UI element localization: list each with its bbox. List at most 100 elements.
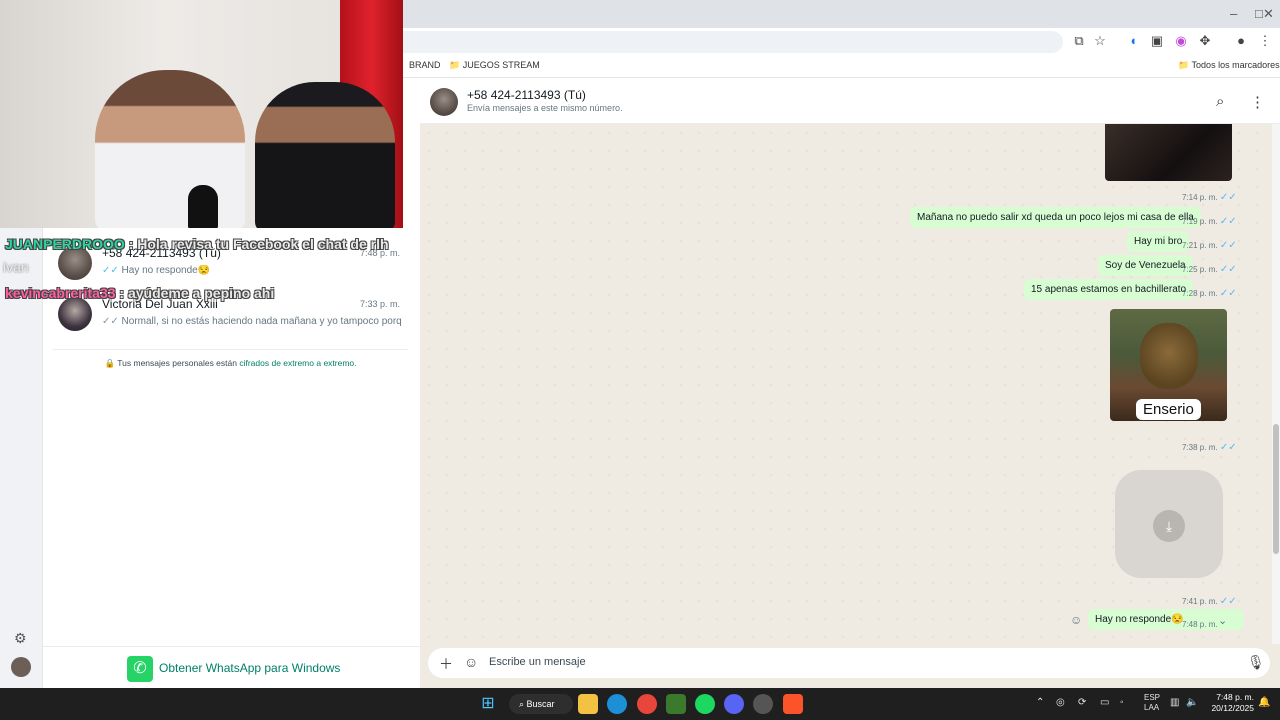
obs-icon[interactable]: [753, 694, 773, 714]
message-text: 15 apenas estamos en bachillerato: [1031, 284, 1187, 295]
tray-chevron-up-icon[interactable]: ⌃: [1036, 697, 1044, 708]
message-bubble[interactable]: Soy de Venezuela: [1098, 255, 1193, 276]
encryption-text: Tus mensajes personales están: [117, 358, 240, 368]
profile-avatar-left[interactable]: [11, 657, 31, 677]
tray-language[interactable]: ESP LAA: [1144, 693, 1160, 713]
message-image[interactable]: [1105, 124, 1232, 181]
chrome-icon[interactable]: [637, 694, 657, 714]
chat-item-preview: ✓✓ Hay no responde😒: [102, 265, 402, 276]
spotify-icon[interactable]: [695, 694, 715, 714]
bookmark-folder-juegos[interactable]: 📁 JUEGOS STREAM: [449, 60, 540, 71]
chat-item-preview: ✓✓ Normall, si no estás haciendo nada ma…: [102, 316, 402, 327]
message-time: 7:14 p. m. ✓✓: [1182, 192, 1237, 203]
settings-gear-icon[interactable]: ⚙: [14, 630, 27, 647]
webcam-overlay: [0, 0, 403, 228]
webcam-person-left: [95, 70, 245, 228]
message-time: 7:25 p. m. ✓✓: [1182, 264, 1237, 275]
bookmark-star-icon[interactable]: ☆: [1091, 32, 1109, 50]
encryption-link[interactable]: cifrados de extremo a extremo.: [239, 358, 356, 368]
get-whatsapp-banner[interactable]: ✆ Obtener WhatsApp para Windows: [43, 646, 420, 688]
chat-item-time: 7:33 p. m.: [359, 299, 400, 309]
message-bubble[interactable]: Mañana no puedo salir xd queda un poco l…: [910, 207, 1201, 228]
bookmark-brand[interactable]: BRAND: [409, 60, 441, 70]
conversation-subtitle: Envía mensajes a este mismo número.: [467, 103, 623, 113]
message-time: 7:21 p. m. ✓✓: [1182, 240, 1237, 251]
message-bubble[interactable]: Hay mi bro: [1127, 231, 1190, 252]
extension-pink-icon[interactable]: ◉: [1172, 32, 1190, 50]
message-time: 7:28 p. m. ✓✓: [1182, 288, 1237, 299]
edge-icon[interactable]: [607, 694, 627, 714]
tray-mic-icon[interactable]: ◦: [1120, 697, 1124, 708]
conversation-header[interactable]: +58 424-2113493 (Tú) Envía mensajes a es…: [420, 80, 1280, 124]
webcam-person-right: [255, 82, 395, 228]
maximize-icon[interactable]: □: [1255, 6, 1263, 21]
tray-network-icon[interactable]: ▥: [1170, 697, 1179, 708]
message-bubble[interactable]: 15 apenas estamos en bachillerato: [1024, 279, 1194, 300]
bookmarks-bar: BRAND 📁 JUEGOS STREAM 📁 Todos los marcad…: [403, 56, 1280, 78]
notification-bell-icon[interactable]: 🔔: [1258, 697, 1270, 708]
message-composer: ＋ ☺ Escribe un mensaje 🎙: [420, 644, 1280, 688]
file-explorer-icon[interactable]: [578, 694, 598, 714]
message-input[interactable]: Escribe un mensaje: [489, 656, 586, 668]
double-check-icon: ✓✓: [1219, 192, 1237, 203]
taskbar: ⊞ ⌕ Buscar ⌃ ◎ ⟳ ▭ ◦ ESP LAA ▥ 🔈 7:48 p. …: [0, 688, 1280, 720]
conversation-scrollbar[interactable]: [1272, 124, 1280, 644]
message-text: Mañana no puedo salir xd queda un poco l…: [917, 212, 1194, 223]
conversation-body: 7:14 p. m. ✓✓ Mañana no puedo salir xd q…: [420, 124, 1272, 644]
taskbar-search-label: Buscar: [526, 699, 555, 709]
download-icon[interactable]: ⤓: [1153, 510, 1185, 542]
stream-chat-message: : Hola revisa tu Facebook el chat de rlh: [128, 236, 389, 252]
stream-chat-user: kevincabrerita33: [5, 285, 116, 301]
minimize-icon[interactable]: –: [1230, 6, 1237, 21]
install-app-icon[interactable]: ⧉: [1070, 32, 1088, 50]
message-media[interactable]: ⤓: [1115, 470, 1223, 578]
message-time: 7:48 p. m.: [1182, 620, 1218, 629]
tray-sync-icon[interactable]: ⟳: [1078, 697, 1086, 708]
stream-chat-line: ivan: [3, 259, 29, 275]
encryption-notice: 🔒 Tus mensajes personales están cifrados…: [53, 349, 408, 369]
double-check-icon: ✓✓: [102, 316, 119, 327]
chat-item-preview-text: Normall, si no estás haciendo nada mañan…: [121, 316, 402, 327]
message-text: Hay mi bro: [1134, 236, 1183, 247]
address-bar-field[interactable]: [403, 31, 1063, 53]
attach-plus-icon[interactable]: ＋: [439, 654, 453, 674]
browser-titlebar: – □ ✕: [403, 0, 1280, 28]
browser-menu-icon[interactable]: ⋮: [1256, 32, 1274, 50]
windows-start-icon[interactable]: ⊞: [478, 694, 498, 714]
message-time: 7:41 p. m. ✓✓: [1182, 596, 1237, 607]
profile-avatar[interactable]: ●: [1232, 32, 1250, 50]
bookmark-all-label: Todos los marcadores: [1191, 60, 1280, 70]
stream-chat-line: JUANPERDROOO : Hola revisa tu Facebook e…: [5, 236, 389, 252]
chevron-down-icon[interactable]: ⌄: [1218, 614, 1227, 627]
taskbar-search[interactable]: ⌕ Buscar: [509, 694, 573, 714]
discord-icon[interactable]: [724, 694, 744, 714]
message-time: 7:19 p. m. ✓✓: [1182, 216, 1237, 227]
tray-app-icon[interactable]: ◎: [1056, 697, 1065, 708]
stream-chat-user: JUANPERDROOO: [5, 236, 125, 252]
avatar[interactable]: [430, 88, 458, 116]
taskbar-clock[interactable]: 7:48 p. m. 20/12/2025: [1206, 692, 1254, 714]
search-icon[interactable]: ⌕: [1216, 93, 1224, 110]
lock-icon: 🔒: [104, 358, 116, 368]
clock-time: 7:48 p. m.: [1216, 692, 1254, 702]
tray-battery-icon[interactable]: ▭: [1100, 697, 1109, 708]
extensions-puzzle-icon[interactable]: ✥: [1196, 32, 1214, 50]
bookmark-folder-all[interactable]: 📁 Todos los marcadores: [1178, 60, 1280, 71]
emoji-react-icon[interactable]: ☺: [1070, 613, 1082, 627]
brave-icon[interactable]: [783, 694, 803, 714]
sticker-icon[interactable]: ☺: [464, 654, 478, 670]
stream-chat-message: ivan: [3, 259, 29, 275]
sticker-face: [1140, 323, 1198, 389]
minecraft-icon[interactable]: [666, 694, 686, 714]
tray-volume-icon[interactable]: 🔈: [1186, 697, 1198, 708]
microphone-icon[interactable]: 🎙: [1247, 654, 1265, 671]
extension-audio-icon[interactable]: ◖: [1124, 32, 1142, 50]
menu-dots-icon[interactable]: ⋮: [1250, 93, 1265, 111]
get-whatsapp-label[interactable]: Obtener WhatsApp para Windows: [159, 661, 340, 675]
message-time: 7:38 p. m. ✓✓: [1182, 442, 1237, 453]
close-icon[interactable]: ✕: [1263, 6, 1274, 22]
scrollbar-thumb[interactable]: [1273, 424, 1279, 554]
whatsapp-logo-icon: ✆: [127, 656, 153, 682]
extension-box-icon[interactable]: ▣: [1148, 32, 1166, 50]
message-sticker[interactable]: Enserio: [1110, 309, 1227, 421]
